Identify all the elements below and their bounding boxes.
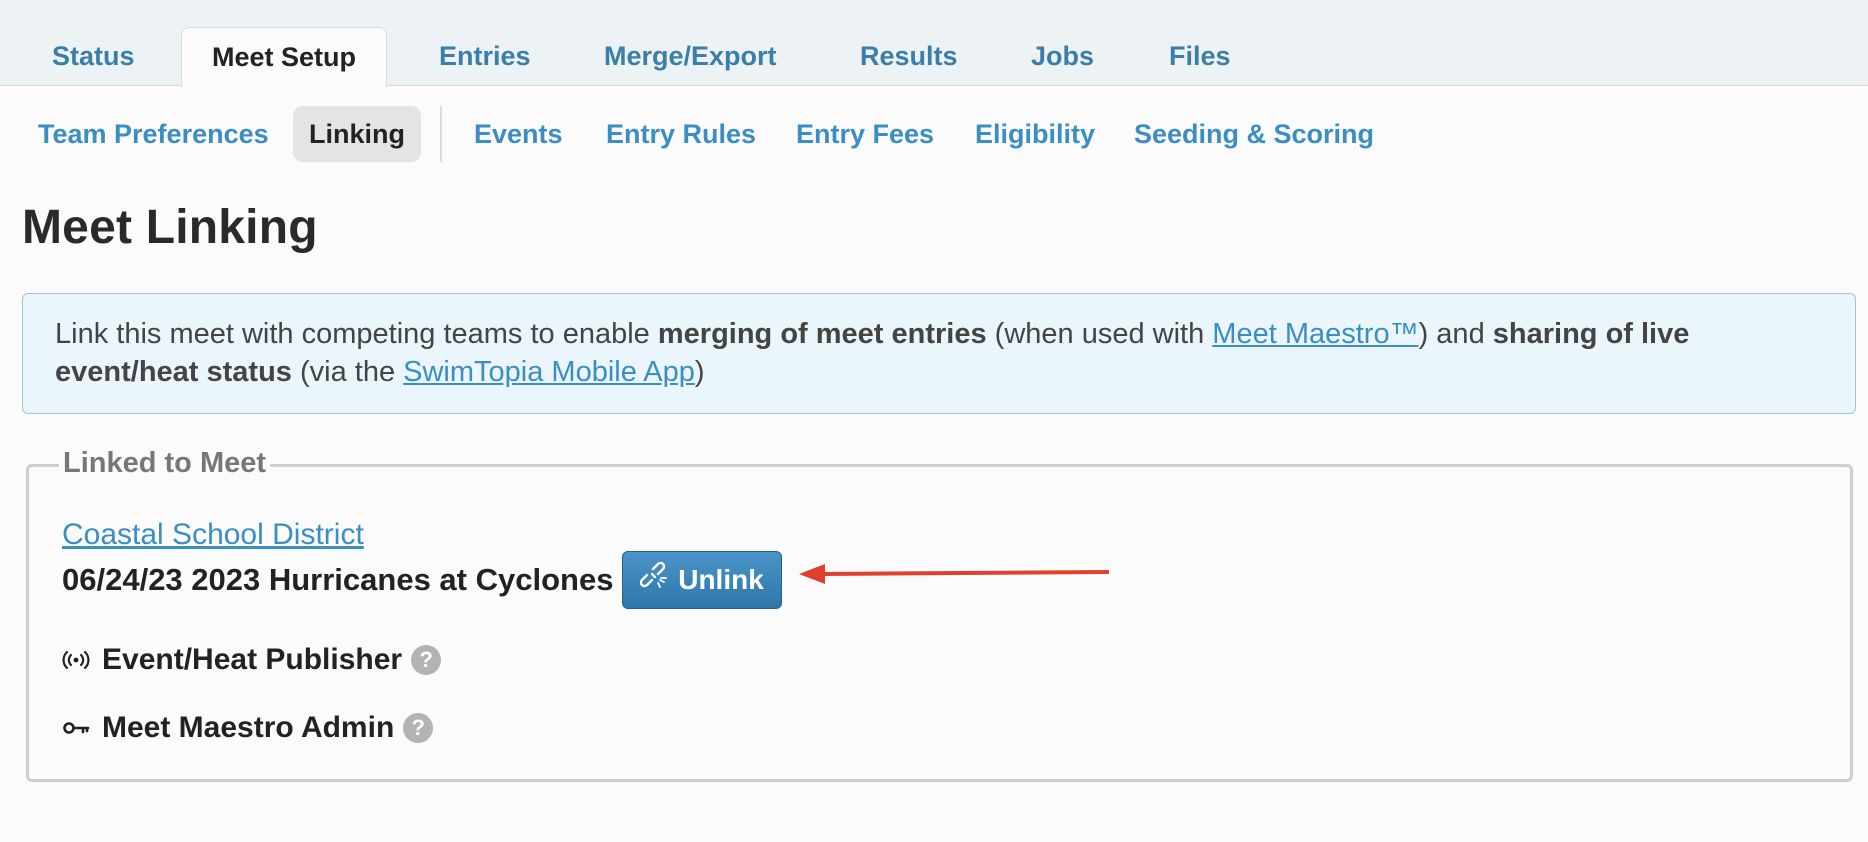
info-bold-merging: merging of meet entries — [657, 318, 987, 350]
tab-results[interactable]: Results — [830, 27, 988, 87]
page-title: Meet Linking — [22, 201, 318, 254]
top-tab-bar: Status Meet Setup Entries Merge/Export R… — [0, 0, 1868, 87]
info-text: Link this meet with competing teams to e… — [55, 318, 658, 350]
info-text: ) and — [1418, 318, 1493, 350]
admin-label: Meet Maestro Admin — [102, 711, 395, 744]
swimtopia-app-link[interactable]: SwimTopia Mobile App — [403, 356, 695, 388]
subnav-linking[interactable]: Linking — [293, 106, 421, 162]
tab-entries[interactable]: Entries — [409, 27, 561, 87]
info-box: Link this meet with competing teams to e… — [22, 293, 1856, 414]
red-arrow — [799, 564, 1110, 584]
subnav-divider — [440, 106, 442, 162]
subnav-events[interactable]: Events — [474, 106, 563, 162]
publisher-label: Event/Heat Publisher — [102, 643, 403, 676]
subnav-eligibility[interactable]: Eligibility — [975, 106, 1095, 162]
key-icon — [62, 714, 90, 742]
question-circle-icon[interactable]: ? — [403, 713, 434, 743]
tab-meet-setup[interactable]: Meet Setup — [181, 27, 388, 87]
meet-maestro-link[interactable]: Meet Maestro™ — [1212, 318, 1418, 350]
sub-navigation: Team Preferences Linking Events Entry Ru… — [0, 106, 1868, 162]
info-text: ) — [694, 356, 705, 388]
tab-status[interactable]: Status — [22, 27, 165, 87]
admin-row: Meet Maestro Admin ? — [62, 708, 434, 748]
tab-merge-export[interactable]: Merge/Export — [574, 27, 807, 87]
panel-legend: Linked to Meet — [59, 447, 271, 480]
unlink-label: Unlink — [678, 564, 764, 595]
subnav-entry-fees[interactable]: Entry Fees — [796, 106, 934, 162]
linked-to-meet-panel: Linked to Meet Coastal School District 0… — [26, 447, 1853, 782]
subnav-seeding-scoring[interactable]: Seeding & Scoring — [1134, 106, 1374, 162]
info-text: (via the — [291, 356, 404, 388]
district-link[interactable]: Coastal School District — [62, 518, 364, 552]
tab-jobs[interactable]: Jobs — [1001, 27, 1124, 87]
info-text: (when used with — [986, 318, 1213, 350]
broken-link-icon — [640, 561, 670, 599]
linked-meet-name: 06/24/23 2023 Hurricanes at Cyclones — [62, 562, 614, 597]
subnav-entry-rules[interactable]: Entry Rules — [606, 106, 756, 162]
unlink-button[interactable]: Unlink — [622, 551, 782, 609]
publisher-row: Event/Heat Publisher ? — [62, 640, 442, 680]
subnav-team-preferences[interactable]: Team Preferences — [38, 106, 269, 162]
tab-files[interactable]: Files — [1139, 27, 1261, 87]
broadcast-icon — [62, 646, 90, 674]
question-circle-icon[interactable]: ? — [411, 645, 442, 675]
